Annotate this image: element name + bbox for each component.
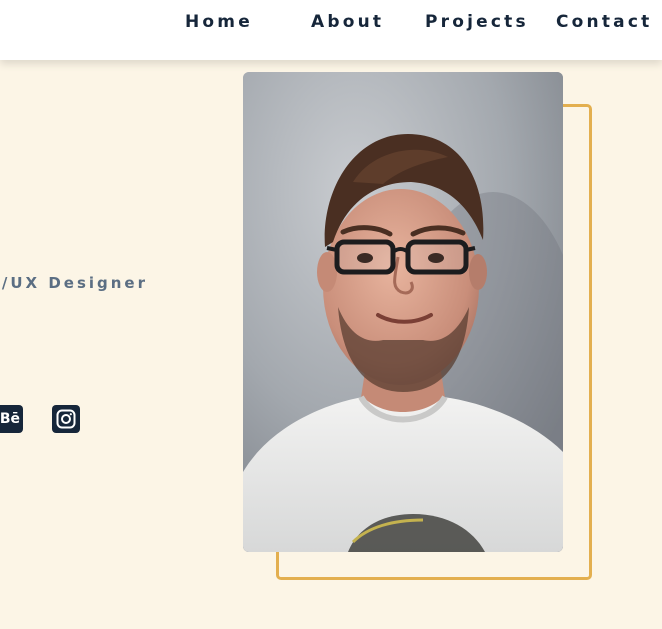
hero-role-title: UI/UX Designer xyxy=(0,274,148,292)
behance-icon: Bē xyxy=(0,411,20,427)
instagram-icon xyxy=(52,405,80,433)
nav-link-contact[interactable]: Contact xyxy=(556,11,652,33)
nav-link-about[interactable]: About xyxy=(311,11,384,33)
instagram-link[interactable] xyxy=(52,405,80,433)
nav-link-home[interactable]: Home xyxy=(185,11,253,33)
profile-photo-illustration xyxy=(243,72,563,552)
hero-role-container: UI/UX Designer xyxy=(0,272,240,296)
nav-link-projects[interactable]: Projects xyxy=(425,11,529,33)
behance-link[interactable]: Bē xyxy=(0,405,23,433)
top-navigation: Home About Projects Contact xyxy=(0,0,662,60)
profile-photo xyxy=(243,72,563,552)
